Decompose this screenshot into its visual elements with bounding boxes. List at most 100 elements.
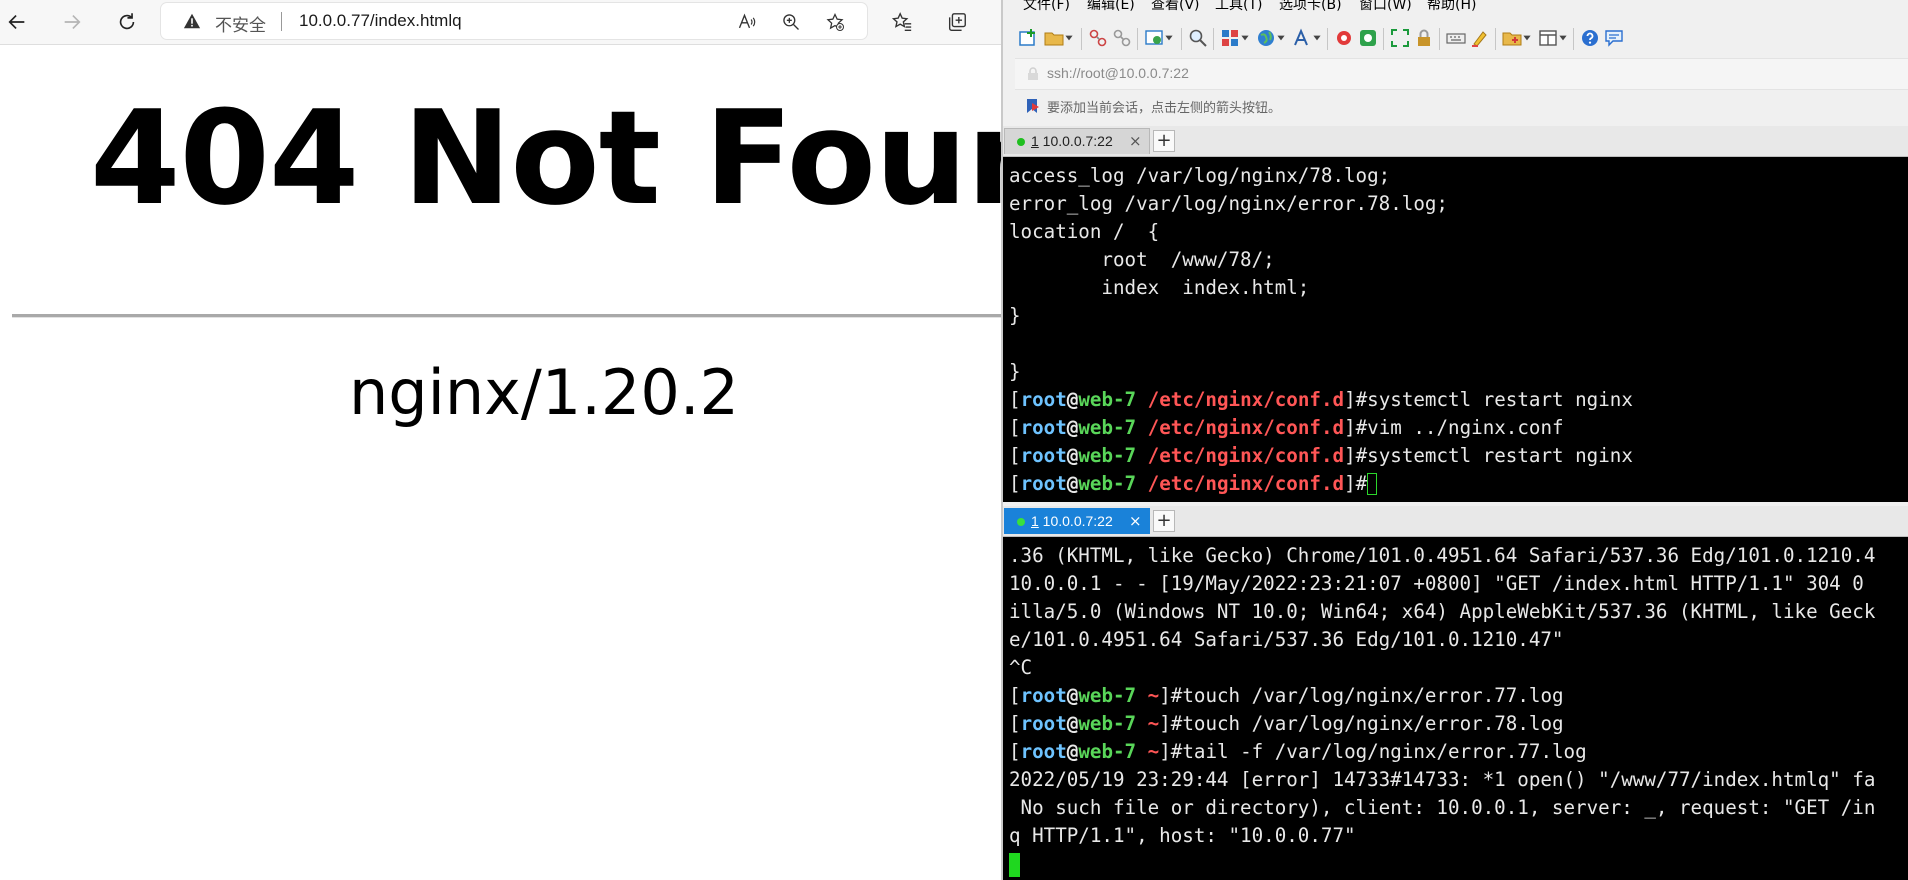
prompt-path: /etc/nginx/conf.d: [1147, 472, 1345, 495]
server-signature: nginx/1.20.2: [349, 356, 739, 429]
prompt-bracket: [: [1009, 684, 1021, 707]
close-tab-icon[interactable]: ×: [1129, 512, 1142, 530]
prompt-user: root: [1020, 712, 1067, 735]
open-button[interactable]: [1043, 27, 1065, 49]
prompt-host: web-7: [1078, 444, 1137, 467]
menu-view[interactable]: 查看(V): [1151, 0, 1200, 14]
menu-help[interactable]: 帮助(H): [1427, 0, 1476, 14]
menu-edit[interactable]: 编辑(E): [1087, 0, 1135, 14]
warning-icon[interactable]: [183, 12, 201, 30]
globe-dropdown[interactable]: [1275, 27, 1287, 49]
add-tab-button[interactable]: +: [1153, 510, 1175, 532]
window-layout-dropdown[interactable]: [1557, 27, 1569, 49]
search-icon: [1189, 29, 1207, 47]
terminal-line: .36 (KHTML, like Gecko) Chrome/101.0.495…: [1009, 542, 1875, 570]
prompt-host: web-7: [1078, 472, 1137, 495]
output-text: .36 (KHTML, like Gecko) Chrome/101.0.495…: [1009, 544, 1876, 567]
new-tab-button[interactable]: [1501, 27, 1523, 49]
prompt-path: /etc/nginx/conf.d: [1147, 388, 1345, 411]
open-dropdown[interactable]: [1063, 27, 1075, 49]
fullscreen-button[interactable]: [1389, 27, 1411, 49]
add-tab-button[interactable]: +: [1153, 130, 1175, 152]
prompt-at: @: [1066, 740, 1079, 763]
prompt-line: [root@web-7 /etc/nginx/conf.d]#: [1009, 470, 1633, 498]
new-session-button[interactable]: [1017, 27, 1039, 49]
layout-dropdown[interactable]: [1239, 27, 1251, 49]
menu-tools[interactable]: 工具(T): [1215, 0, 1262, 14]
url-text[interactable]: 10.0.0.77/index.htmlq: [299, 11, 462, 31]
pane-1-tab-strip: 1 10.0.0.7:22 × +: [1003, 126, 1908, 157]
session-tab[interactable]: 1 10.0.0.7:22 ×: [1004, 128, 1150, 154]
globe-button[interactable]: [1255, 27, 1277, 49]
prompt-path: ~: [1147, 740, 1160, 763]
prompt-at: @: [1066, 388, 1079, 411]
add-favorite-button[interactable]: [823, 10, 847, 34]
chat-button[interactable]: [1603, 27, 1625, 49]
xmanager-button[interactable]: [1357, 27, 1379, 49]
prompt-line: [root@web-7 /etc/nginx/conf.d]#systemctl…: [1009, 442, 1633, 470]
terminal-line: 2022/05/19 23:29:44 [error] 14733#14733:…: [1009, 766, 1875, 794]
command-text: vim ../nginx.conf: [1367, 416, 1564, 439]
keyboard-button[interactable]: [1445, 27, 1467, 49]
chevron-down-icon: [1559, 35, 1567, 41]
terminal-line: No such file or directory), client: 10.0…: [1009, 794, 1876, 822]
forward-button[interactable]: [56, 6, 88, 38]
prompt-bracket: [: [1009, 472, 1021, 495]
prompt-bracket: ]#: [1159, 684, 1183, 707]
tab-label: 1 10.0.0.7:22: [1031, 133, 1113, 149]
browser-toolbar: 不安全 10.0.0.77/index.htmlq: [0, 0, 1001, 45]
address-bar[interactable]: 不安全 10.0.0.77/index.htmlq: [161, 3, 867, 39]
terminal-line: [1009, 850, 1875, 878]
terminal-pane-1[interactable]: access_log /var/log/nginx/78.log; error_l…: [1003, 157, 1908, 502]
find-button[interactable]: [1187, 27, 1209, 49]
terminal-pane-2[interactable]: .36 (KHTML, like Gecko) Chrome/101.0.495…: [1003, 537, 1908, 880]
session-address[interactable]: ssh://root@10.0.0.7:22: [1047, 65, 1189, 81]
highlight-button[interactable]: [1469, 27, 1491, 49]
output-text: index index.html;: [1009, 276, 1310, 299]
collections-button[interactable]: [944, 9, 970, 35]
keyboard-icon: [1446, 33, 1466, 44]
close-tab-icon[interactable]: ×: [1129, 132, 1142, 150]
lock-button[interactable]: [1413, 27, 1435, 49]
read-aloud-button[interactable]: [735, 10, 759, 34]
prompt-bracket: ]#: [1344, 444, 1368, 467]
help-button[interactable]: [1579, 27, 1601, 49]
output-text: }: [1009, 304, 1021, 327]
prompt-path: ~: [1147, 712, 1160, 735]
prompt-line: [root@web-7 ~]#touch /var/log/nginx/erro…: [1009, 682, 1875, 710]
favorites-button[interactable]: [889, 9, 915, 35]
bookmark-arrow-icon[interactable]: [1025, 98, 1041, 114]
menu-tabs[interactable]: 选项卡(B): [1279, 0, 1342, 14]
xftp-icon: [1337, 31, 1351, 45]
menu-window[interactable]: 窗口(W): [1359, 0, 1412, 14]
not-secure-label[interactable]: 不安全: [215, 11, 266, 36]
toolbar-separator: [1327, 28, 1328, 50]
prompt-host: web-7: [1078, 416, 1137, 439]
xftp-button[interactable]: [1333, 27, 1355, 49]
session-tab[interactable]: 1 10.0.0.7:22 ×: [1004, 508, 1150, 534]
chevron-down-icon: [1277, 35, 1285, 41]
properties-button[interactable]: [1143, 27, 1165, 49]
error-heading: 404 Not Found: [90, 82, 1001, 234]
toolbar-separator: [1495, 28, 1496, 50]
properties-dropdown[interactable]: [1163, 27, 1175, 49]
font-dropdown[interactable]: [1311, 27, 1323, 49]
prompt-at: @: [1066, 444, 1079, 467]
layout-button[interactable]: [1219, 27, 1241, 49]
terminal-line: }: [1009, 302, 1633, 330]
output-text: location / {: [1009, 220, 1160, 243]
pane-2-tab-strip: 1 10.0.0.7:22 × +: [1003, 506, 1908, 537]
back-button[interactable]: [1, 6, 33, 38]
disconnect-button[interactable]: [1087, 27, 1109, 49]
zoom-button[interactable]: [779, 10, 803, 34]
menu-file[interactable]: 文件(F): [1023, 0, 1070, 14]
new-tab-dropdown[interactable]: [1521, 27, 1533, 49]
refresh-button[interactable]: [111, 6, 143, 38]
font-button[interactable]: [1291, 27, 1313, 49]
window-layout-button[interactable]: [1537, 27, 1559, 49]
tab-number: 1: [1031, 133, 1039, 149]
reconnect-button[interactable]: [1111, 27, 1133, 49]
session-address-bar[interactable]: ssh://root@10.0.0.7:22: [1015, 58, 1908, 90]
